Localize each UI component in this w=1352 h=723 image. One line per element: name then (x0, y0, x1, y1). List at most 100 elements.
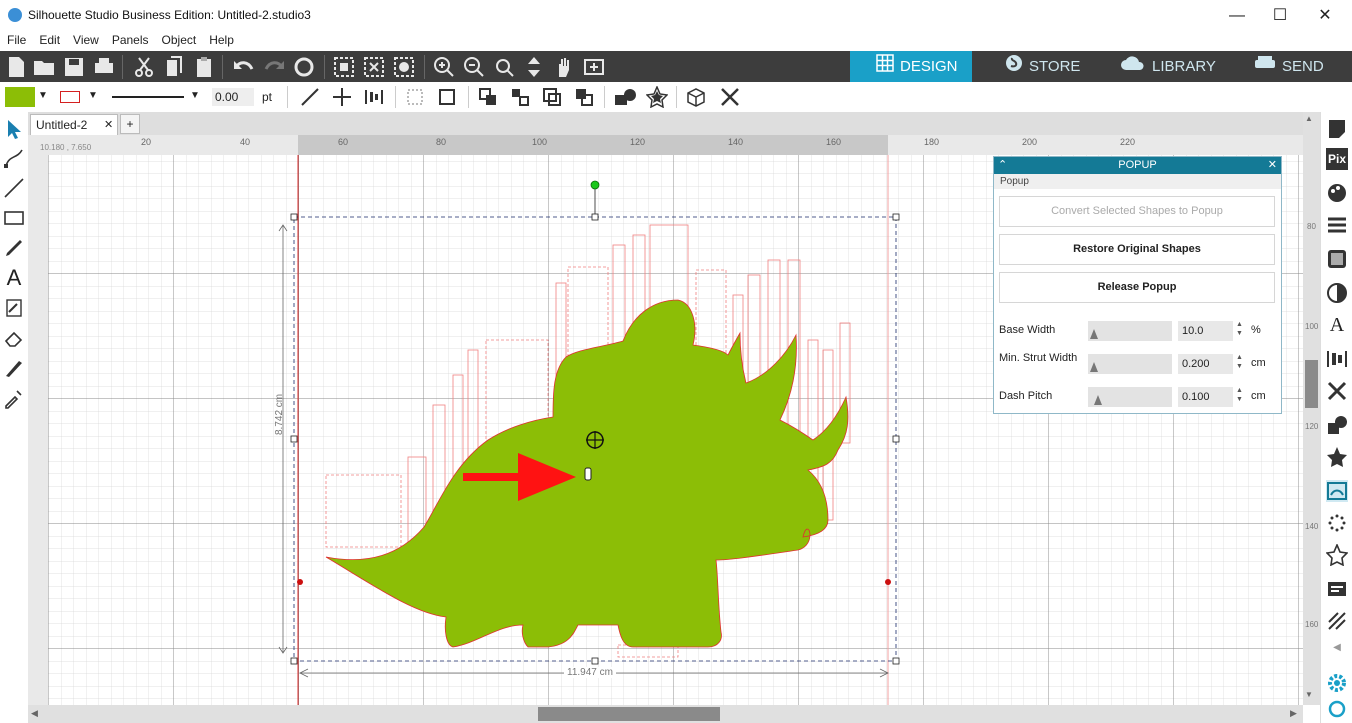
new-document-icon[interactable] (4, 55, 28, 79)
emboss-hatch-icon[interactable] (1326, 610, 1348, 632)
line-draw-icon[interactable] (3, 177, 25, 199)
bring-forward-icon[interactable] (510, 87, 530, 110)
scroll-up-icon[interactable]: ▲ (1305, 114, 1313, 123)
close-panel-icon[interactable]: ✕ (1268, 157, 1277, 174)
release-popup-button[interactable]: Release Popup (999, 272, 1275, 303)
base-width-slider[interactable] (1088, 321, 1172, 341)
line-color-swatch[interactable] (60, 91, 80, 103)
eraser-icon[interactable] (3, 327, 25, 349)
tab-library[interactable]: LIBRARY (1096, 51, 1218, 82)
page-setup-icon[interactable] (1326, 118, 1348, 140)
scroll-left-icon[interactable]: ◀ (31, 708, 38, 719)
menu-panels[interactable]: Panels (105, 31, 155, 47)
offset-star-icon[interactable] (645, 85, 669, 111)
image-effects-icon[interactable] (1326, 248, 1348, 270)
send-backward-icon[interactable] (542, 87, 562, 110)
fill-palette-icon[interactable] (1326, 182, 1348, 204)
draw-sketch-icon[interactable] (3, 297, 25, 319)
pencil-icon[interactable] (3, 237, 25, 259)
line-width-input[interactable]: 0.00 (212, 88, 254, 106)
min-strut-width-slider[interactable] (1088, 354, 1172, 374)
line-style-icon[interactable] (1326, 214, 1348, 236)
horizontal-scroll-thumb[interactable] (538, 707, 720, 721)
group-icon[interactable] (405, 87, 425, 110)
fill-color-swatch[interactable] (5, 87, 35, 107)
min-strut-width-input[interactable]: 0.200 (1178, 354, 1233, 374)
tab-design[interactable]: DESIGN (850, 51, 972, 82)
scroll-right-icon[interactable]: ▶ (1290, 708, 1297, 719)
minimize-button[interactable]: — (1214, 0, 1260, 31)
add-page-icon[interactable] (582, 55, 606, 79)
cut-icon[interactable] (132, 55, 156, 79)
min-strut-width-stepper[interactable]: ▲ ▼ (1236, 353, 1243, 371)
send-to-back-icon[interactable] (574, 87, 594, 110)
text-tool-icon[interactable]: A (3, 267, 25, 289)
scroll-down-icon[interactable]: ▼ (1305, 690, 1313, 699)
copy-icon[interactable] (162, 55, 186, 79)
menu-file[interactable]: File (0, 31, 32, 47)
collapse-panel-icon[interactable]: ◀ (1326, 642, 1348, 664)
tab-untitled-2[interactable]: Untitled-2 ✕ (30, 114, 118, 135)
print-icon[interactable] (92, 55, 116, 79)
edit-points-icon[interactable] (3, 147, 25, 169)
menu-help[interactable]: Help (202, 31, 240, 47)
close-window-button[interactable]: ✕ (1302, 0, 1348, 31)
sync-icon[interactable] (1326, 698, 1348, 720)
vertical-scrollbar[interactable]: ▲ 80 100 120 140 160 ▼ (1303, 112, 1320, 705)
save-icon[interactable] (62, 55, 86, 79)
redraw-icon[interactable] (292, 55, 316, 79)
restore-original-shapes-button[interactable]: Restore Original Shapes (999, 234, 1275, 265)
select-by-color-icon[interactable] (392, 55, 416, 79)
nesting-icon[interactable] (1326, 578, 1348, 600)
menu-edit[interactable]: Edit (32, 31, 66, 47)
open-folder-icon[interactable] (32, 55, 56, 79)
line-style-preview[interactable] (112, 96, 184, 98)
select-arrow-icon[interactable] (3, 118, 25, 140)
rhinestone-icon[interactable] (1326, 512, 1348, 534)
sketch-star-icon[interactable] (1325, 542, 1349, 567)
modify-icon[interactable] (1326, 414, 1348, 436)
paste-icon[interactable] (192, 55, 216, 79)
horizontal-scrollbar[interactable]: ◀ ▶ (28, 705, 1303, 723)
redo-icon[interactable] (262, 55, 286, 79)
popup-panel-icon[interactable] (1326, 480, 1348, 502)
base-width-input[interactable]: 10.0 (1178, 321, 1233, 341)
ungroup-icon[interactable] (437, 87, 457, 110)
text-style-icon[interactable]: A (1326, 314, 1348, 336)
move-icon[interactable] (332, 87, 352, 110)
line-color-dropdown-icon[interactable]: ▼ (88, 90, 98, 101)
trace-icon[interactable] (1326, 380, 1348, 402)
weld-icon[interactable] (614, 87, 638, 110)
menu-object[interactable]: Object (155, 31, 203, 47)
zoom-select-icon[interactable] (492, 55, 516, 79)
tab-store[interactable]: STORE (975, 51, 1093, 82)
rectangle-icon[interactable] (3, 207, 25, 229)
fill-dropdown-icon[interactable]: ▼ (38, 90, 48, 101)
offset-icon[interactable] (1326, 446, 1348, 468)
convert-to-popup-button[interactable]: Convert Selected Shapes to Popup (999, 196, 1275, 227)
align-icon[interactable] (364, 87, 384, 110)
transparency-icon[interactable] (1326, 282, 1348, 304)
tab-send[interactable]: SEND (1222, 51, 1348, 82)
align-panel-icon[interactable] (1326, 348, 1348, 370)
pixscan-icon[interactable]: Pix (1326, 148, 1348, 170)
menu-view[interactable]: View (66, 31, 105, 47)
eyedropper-icon[interactable] (3, 387, 25, 409)
vertical-scroll-thumb[interactable] (1305, 360, 1318, 408)
collapse-chevron-icon[interactable]: ⌃ (998, 157, 1007, 174)
dash-pitch-stepper[interactable]: ▲ ▼ (1236, 386, 1243, 404)
replicate-boxes-icon[interactable] (686, 86, 710, 111)
maximize-button[interactable]: ☐ (1257, 0, 1303, 31)
bring-to-front-icon[interactable] (478, 87, 498, 110)
line-style-dropdown-icon[interactable]: ▼ (190, 90, 200, 101)
add-tab-button[interactable]: + (120, 114, 140, 134)
close-tab-icon[interactable]: ✕ (104, 118, 113, 131)
undo-icon[interactable] (232, 55, 256, 79)
fit-to-page-icon[interactable] (522, 55, 546, 79)
dash-pitch-input[interactable]: 0.100 (1178, 387, 1233, 407)
deselect-icon[interactable] (362, 55, 386, 79)
settings-gear-icon[interactable] (1326, 672, 1348, 694)
select-all-icon[interactable] (332, 55, 356, 79)
line-tool-icon[interactable] (300, 87, 320, 110)
zoom-out-icon[interactable] (462, 55, 486, 79)
